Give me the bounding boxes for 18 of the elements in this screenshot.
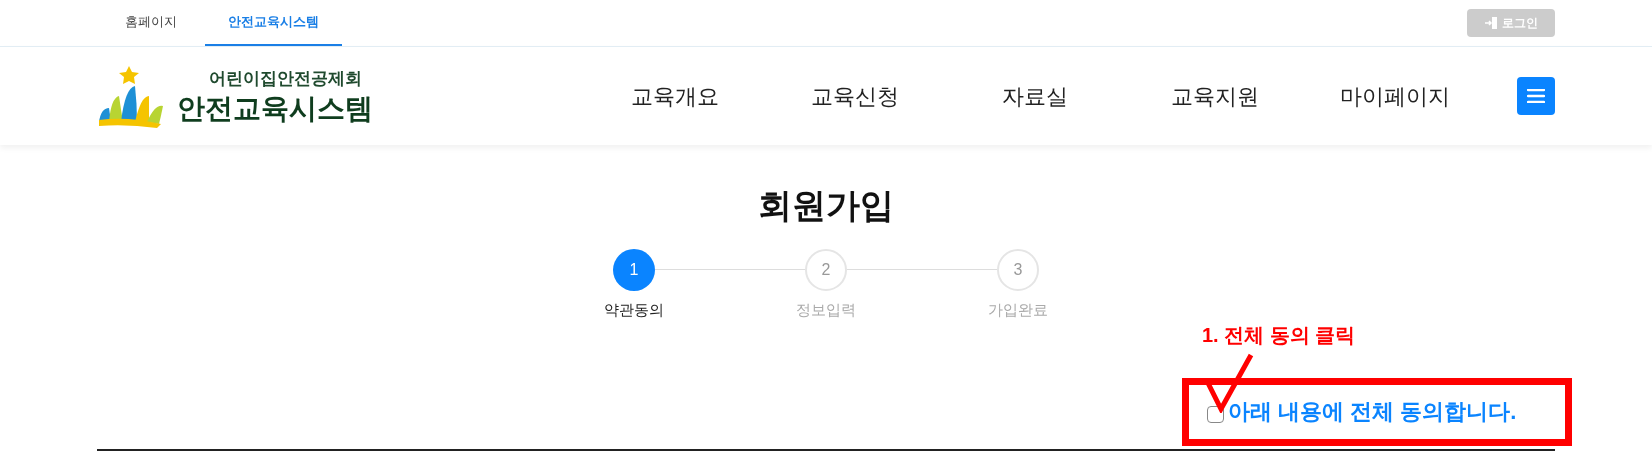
page-title: 회원가입 bbox=[758, 185, 894, 226]
site-tab[interactable]: 안전교육시스템 bbox=[205, 0, 342, 46]
step-label: 가입완료 bbox=[988, 300, 1048, 320]
nav-link[interactable]: 교육개요 bbox=[585, 79, 765, 113]
nav-link[interactable]: 자료실 bbox=[945, 79, 1125, 113]
site-tab[interactable]: 홈페이지 bbox=[97, 0, 205, 46]
nav-link[interactable]: 교육지원 bbox=[1125, 79, 1305, 113]
menu-icon bbox=[1527, 89, 1545, 103]
login-icon bbox=[1484, 16, 1498, 30]
annotation-text: 1. 전체 동의 클릭 bbox=[1202, 322, 1356, 348]
menu-button[interactable] bbox=[1517, 77, 1555, 115]
step-label: 정보입력 bbox=[796, 300, 856, 320]
system-name: 안전교육시스템 bbox=[177, 92, 373, 127]
agree-all-label[interactable]: 아래 내용에 전체 동의합니다. bbox=[1228, 395, 1517, 428]
nav-link[interactable]: 마이페이지 bbox=[1305, 79, 1485, 113]
step-label: 약관동의 bbox=[604, 300, 664, 320]
nav-link[interactable]: 교육신청 bbox=[765, 79, 945, 113]
organization-name: 어린이집안전공제회 bbox=[209, 67, 362, 90]
